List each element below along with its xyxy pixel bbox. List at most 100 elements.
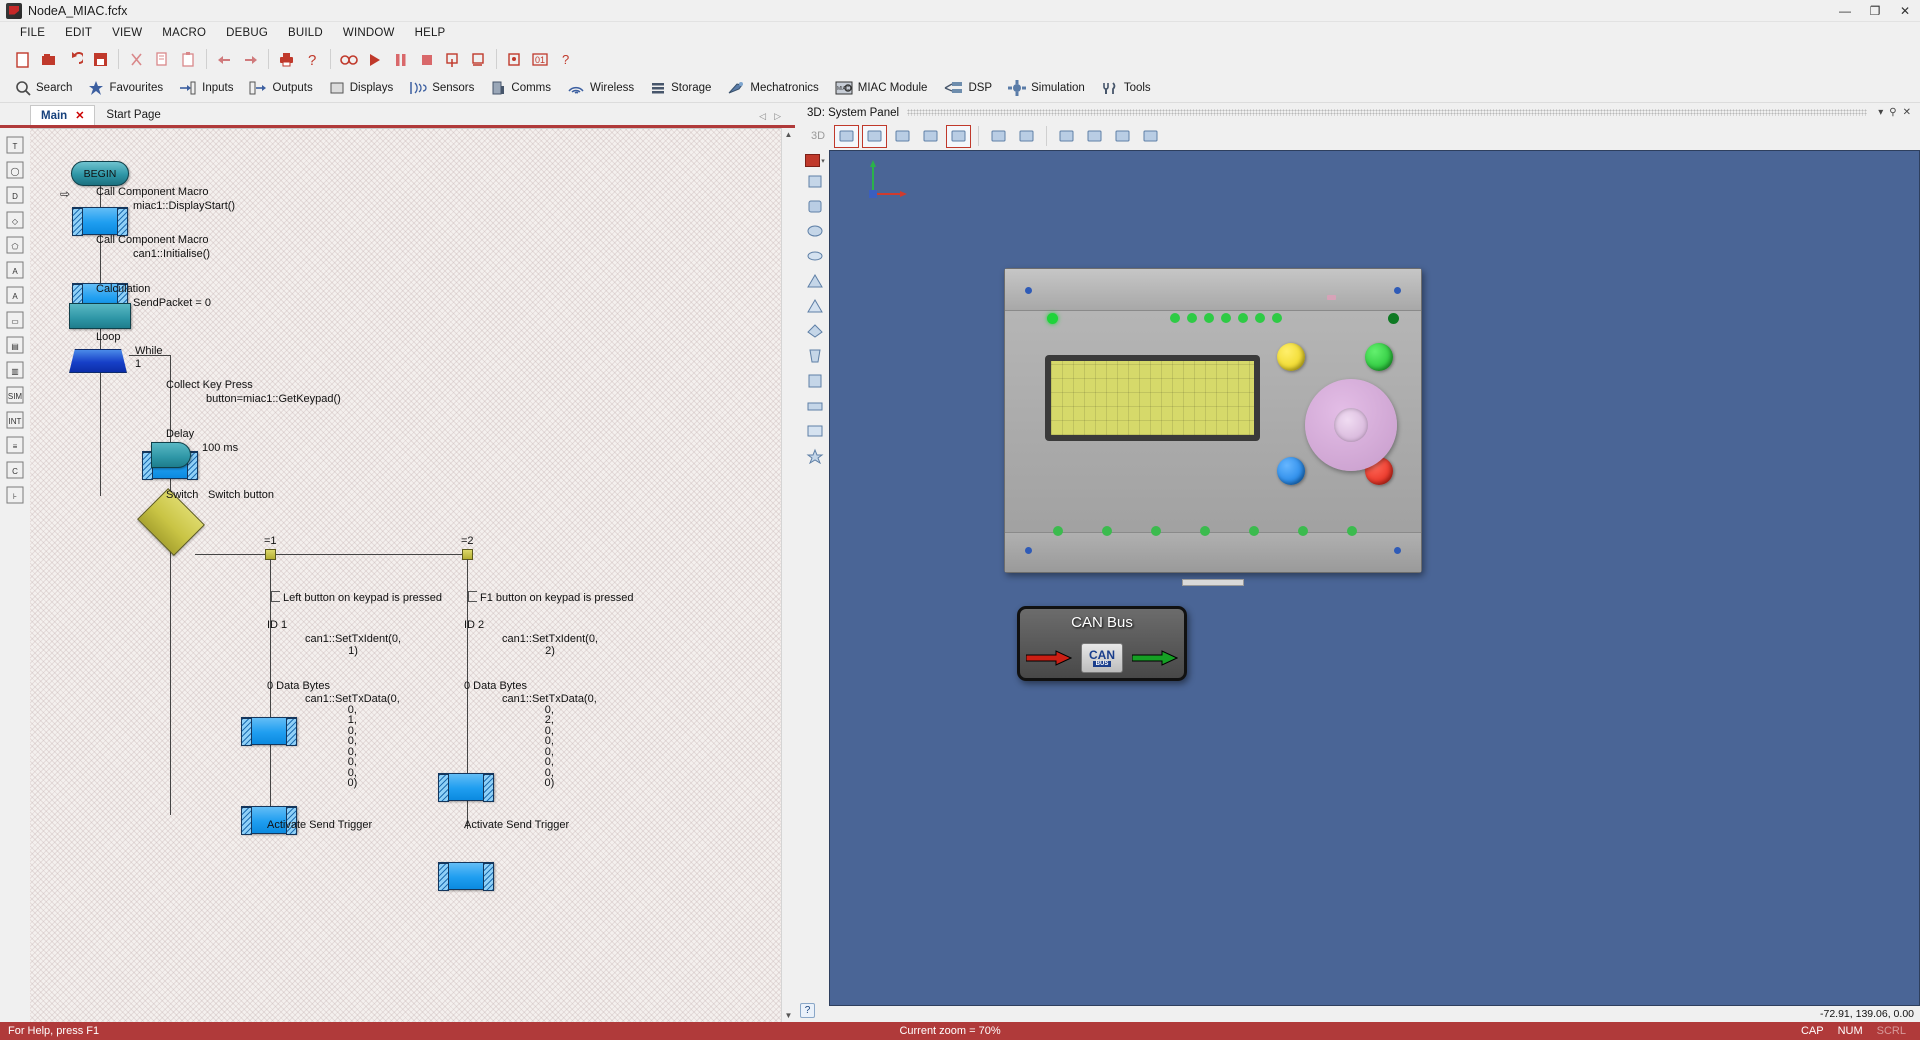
bar-tool-icon[interactable]: ▥	[4, 359, 26, 381]
polygon-tool-icon[interactable]: ⬠	[4, 234, 26, 256]
lines-tool-icon[interactable]: ≡	[4, 434, 26, 456]
snap-icon[interactable]	[946, 124, 972, 148]
ribbon-category-comms[interactable]: Comms	[483, 76, 558, 101]
cut-icon[interactable]	[124, 47, 149, 72]
text-tool-icon[interactable]: T	[4, 134, 26, 156]
panel-dropdown-icon[interactable]: ▾	[1875, 107, 1886, 118]
connector-tool-icon[interactable]: ⊦	[4, 484, 26, 506]
solid-icon[interactable]	[1014, 125, 1039, 148]
question-icon[interactable]: ?	[554, 47, 579, 72]
ribbon-category-dsp[interactable]: DSP	[936, 76, 999, 101]
ellipse-icon[interactable]	[804, 270, 826, 292]
canvas-vertical-scrollbar[interactable]: ▲ ▼	[781, 128, 795, 1022]
ribbon-category-outputs[interactable]: Outputs	[242, 76, 319, 101]
miac-button-green[interactable]	[1365, 343, 1393, 371]
new-icon[interactable]	[10, 47, 35, 72]
scroll-up-icon[interactable]: ▲	[785, 128, 793, 141]
flow-block-calculation[interactable]	[69, 303, 131, 329]
menu-item-macro[interactable]: MACRO	[152, 24, 216, 42]
flowchart-canvas[interactable]: BEGIN ⇨ Call Component Macro miac1::Disp…	[30, 128, 781, 1022]
cube-icon[interactable]	[804, 195, 826, 217]
camera-dropdown-icon[interactable]	[1138, 125, 1163, 148]
panel-icon[interactable]	[804, 420, 826, 442]
pause-icon[interactable]	[388, 47, 413, 72]
ribbon-category-sensors[interactable]: Sensors	[402, 76, 481, 101]
print-icon[interactable]	[274, 47, 299, 72]
can-bus-component[interactable]: CAN Bus CAN BUS	[1017, 606, 1187, 681]
miac-dpad[interactable]	[1305, 379, 1397, 471]
ribbon-category-inputs[interactable]: Inputs	[172, 76, 240, 101]
ribbon-category-miac-module[interactable]: MIAC MIAC Module	[828, 76, 935, 101]
miac-device[interactable]	[1004, 268, 1422, 586]
save-icon[interactable]	[88, 47, 113, 72]
flow-block-set-tx-data-2[interactable]	[438, 862, 494, 891]
flow-block-set-tx-ident-2[interactable]	[438, 773, 494, 802]
panel-drag-handle[interactable]	[907, 109, 1868, 116]
camera-icon[interactable]	[1110, 125, 1135, 148]
menu-item-window[interactable]: WINDOW	[333, 24, 405, 42]
cylinder-icon[interactable]	[804, 220, 826, 242]
call-icon[interactable]	[502, 47, 527, 72]
tab-prev-icon[interactable]: ◁	[759, 111, 766, 122]
glasses-icon[interactable]	[336, 47, 361, 72]
step-over-icon[interactable]	[466, 47, 491, 72]
ribbon-category-favourites[interactable]: Favourites	[81, 76, 170, 101]
stop-icon[interactable]	[414, 47, 439, 72]
tab-close-icon[interactable]: ✕	[75, 110, 84, 122]
panel-pin-icon[interactable]: ⚲	[1886, 107, 1899, 118]
sim-tool-icon[interactable]: SIM	[4, 384, 26, 406]
minimize-button[interactable]: —	[1830, 0, 1860, 22]
menu-item-help[interactable]: HELP	[405, 24, 456, 42]
flow-block-loop[interactable]	[69, 349, 127, 373]
miac-lcd-display[interactable]	[1045, 355, 1260, 441]
help-icon[interactable]: ?	[300, 47, 325, 72]
menu-item-debug[interactable]: DEBUG	[216, 24, 278, 42]
tab-main[interactable]: Main ✕	[30, 105, 96, 125]
close-button[interactable]: ✕	[1890, 0, 1920, 22]
context-help-button[interactable]: ?	[800, 1003, 815, 1018]
ellipse-tool-icon[interactable]: ◯	[4, 159, 26, 181]
star-icon[interactable]	[804, 445, 826, 467]
select-icon[interactable]	[834, 124, 860, 148]
flow-block-call-macro-1[interactable]	[72, 207, 128, 236]
panel-tool-icon[interactable]: ▤	[4, 334, 26, 356]
ribbon-category-wireless[interactable]: Wireless	[560, 76, 641, 101]
ribbon-category-mechatronics[interactable]: Mechatronics	[720, 76, 825, 101]
copy-icon[interactable]	[150, 47, 175, 72]
rounded-tool-icon[interactable]: ▭	[4, 309, 26, 331]
menu-item-edit[interactable]: EDIT	[55, 24, 102, 42]
sphere-icon[interactable]	[804, 245, 826, 267]
tab-start-page[interactable]: Start Page	[95, 105, 171, 125]
scale-icon[interactable]	[918, 125, 943, 148]
prism-icon[interactable]	[804, 345, 826, 367]
c-tool-icon[interactable]: C	[4, 459, 26, 481]
ribbon-category-displays[interactable]: Displays	[322, 76, 400, 101]
scroll-down-icon[interactable]: ▼	[785, 1009, 793, 1022]
menu-item-build[interactable]: BUILD	[278, 24, 333, 42]
run-icon[interactable]	[362, 47, 387, 72]
flow-block-set-tx-ident-1[interactable]	[241, 717, 297, 746]
components-icon[interactable]	[1082, 125, 1107, 148]
maximize-button[interactable]: ❐	[1860, 0, 1890, 22]
undo-icon[interactable]	[62, 47, 87, 72]
menu-item-file[interactable]: FILE	[10, 24, 55, 42]
color-swatch[interactable]: ▾	[805, 154, 825, 167]
undo-arrow-icon[interactable]	[212, 47, 237, 72]
counter-icon[interactable]: 01	[528, 47, 553, 72]
diamond-tool-icon[interactable]: ◇	[4, 209, 26, 231]
paste-icon[interactable]	[176, 47, 201, 72]
rotate-icon[interactable]	[890, 125, 915, 148]
text-a-tool-icon[interactable]: A	[4, 259, 26, 281]
pyramid-icon[interactable]	[804, 320, 826, 342]
font-tool-icon[interactable]: A	[4, 284, 26, 306]
panel-close-icon[interactable]: ✕	[1900, 107, 1914, 118]
ribbon-category-search[interactable]: Search	[8, 76, 79, 101]
step-into-icon[interactable]	[440, 47, 465, 72]
int-tool-icon[interactable]: INT	[4, 409, 26, 431]
move-icon[interactable]	[862, 124, 888, 148]
redo-arrow-icon[interactable]	[238, 47, 263, 72]
flow-begin-block[interactable]: BEGIN	[71, 161, 129, 186]
menu-item-view[interactable]: VIEW	[102, 24, 152, 42]
miac-button-yellow[interactable]	[1277, 343, 1305, 371]
ribbon-category-tools[interactable]: Tools	[1094, 76, 1158, 101]
